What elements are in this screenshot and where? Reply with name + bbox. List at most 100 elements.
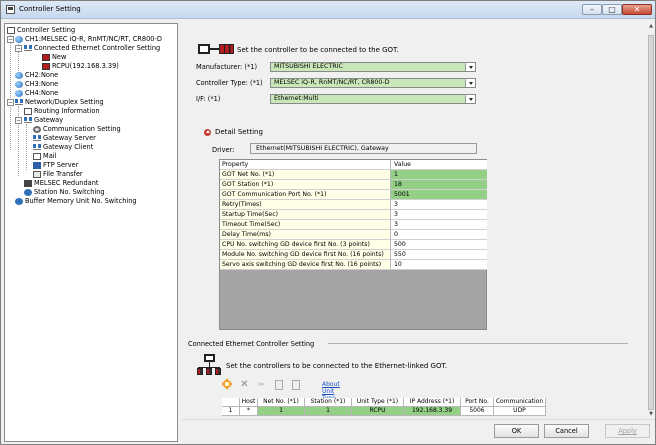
- controller-setting-window: Controller Setting – □ ✕ Controller Sett…: [0, 0, 656, 445]
- property-name: GOT Station (*1): [220, 180, 391, 190]
- property-name: CPU No. switching GD device first No. (3…: [220, 240, 391, 250]
- property-row[interactable]: CPU No. switching GD device first No. (3…: [220, 240, 488, 250]
- scrollbar-thumb[interactable]: [648, 35, 654, 410]
- paste-icon[interactable]: [290, 379, 301, 390]
- unit-port-cell[interactable]: 5006: [461, 407, 494, 416]
- value-column-header: Value: [391, 160, 487, 170]
- tree-connector: [26, 124, 27, 170]
- manufacturer-value: MITSUBISHI ELECTRIC: [274, 63, 343, 70]
- server-icon: [33, 135, 41, 142]
- channel-icon: [15, 36, 23, 43]
- unit-host-cell[interactable]: *: [240, 407, 258, 416]
- property-name: Timeout Time(Sec): [220, 220, 391, 230]
- property-row[interactable]: Timeout Time(Sec) 3: [220, 220, 488, 230]
- property-value[interactable]: 500: [391, 240, 487, 250]
- property-name: Servo axis switching GD device first No.…: [220, 260, 391, 270]
- collapse-connected-eth-icon[interactable]: −: [15, 45, 22, 52]
- scroll-down-icon[interactable]: ▼: [647, 411, 655, 417]
- property-value[interactable]: 550: [391, 250, 487, 260]
- collapse-detail-icon[interactable]: [204, 129, 211, 136]
- unit-header-port: Port No.: [461, 398, 494, 407]
- unit-row-index: 1: [222, 407, 240, 416]
- unit-ip-cell[interactable]: 192.168.3.39: [404, 407, 461, 416]
- if-select[interactable]: Ethernet:Multi: [270, 94, 476, 104]
- header-description: Set the controller to be connected to th…: [237, 46, 399, 54]
- property-row[interactable]: Retry(Times) 3: [220, 200, 488, 210]
- unit-header-ip: IP Address (*1): [404, 398, 461, 407]
- delete-unit-icon[interactable]: ✕: [239, 379, 250, 390]
- ok-button[interactable]: OK: [494, 424, 539, 438]
- property-value[interactable]: 18: [391, 180, 487, 190]
- tree-connector: [10, 35, 11, 150]
- network-controllers-icon: [196, 354, 222, 376]
- property-value[interactable]: 1: [391, 170, 487, 180]
- property-value[interactable]: 5001: [391, 190, 487, 200]
- main-scrollbar[interactable]: ▲ ▼: [647, 23, 655, 419]
- gateway-icon: [24, 117, 32, 124]
- property-row[interactable]: Module No. switching GD device first No.…: [220, 250, 488, 260]
- close-button[interactable]: ✕: [622, 4, 652, 15]
- maximize-button[interactable]: □: [602, 4, 622, 15]
- property-name: Retry(Times): [220, 200, 391, 210]
- routing-icon: [24, 108, 32, 115]
- collapse-gateway-icon[interactable]: −: [15, 117, 22, 124]
- redundant-icon: [24, 180, 32, 187]
- property-value[interactable]: 3: [391, 210, 487, 220]
- unit-communication-cell[interactable]: UDP: [494, 407, 546, 416]
- property-value[interactable]: 0: [391, 230, 487, 240]
- cut-icon[interactable]: ✂: [256, 379, 267, 390]
- settings-icon: [33, 126, 41, 133]
- controller-type-select[interactable]: MELSEC iQ-R, RnMT/NC/RT, CR800-D: [270, 78, 476, 88]
- property-row[interactable]: Servo axis switching GD device first No.…: [220, 260, 488, 270]
- if-label: I/F: (*1): [196, 95, 221, 103]
- unit-header-index: [222, 398, 240, 407]
- footer-divider: [182, 419, 655, 420]
- apply-button[interactable]: Apply: [605, 424, 650, 438]
- connected-description: Set the controllers to be connected to t…: [226, 362, 448, 370]
- property-grid-header: Property Value: [220, 160, 488, 170]
- scroll-up-icon[interactable]: ▲: [647, 23, 655, 29]
- if-value: Ethernet:Multi: [274, 95, 319, 102]
- property-row[interactable]: GOT Station (*1) 18: [220, 180, 488, 190]
- manufacturer-label: Manufacturer: (*1): [196, 63, 258, 71]
- minimize-button[interactable]: –: [582, 4, 602, 15]
- property-row[interactable]: Delay Time(ms) 0: [220, 230, 488, 240]
- unit-station-cell[interactable]: 1: [305, 407, 352, 416]
- rcpu-icon: [42, 63, 50, 70]
- detail-setting-label: Detail Setting: [215, 128, 263, 136]
- chevron-down-icon[interactable]: [465, 79, 475, 87]
- unit-header-net: Net No. (*1): [258, 398, 305, 407]
- network-icon: [24, 45, 32, 52]
- driver-field: Ethernet(MITSUBISHI ELECTRIC), Gateway: [250, 143, 477, 154]
- copy-icon[interactable]: [273, 379, 284, 390]
- property-name: Startup Time(Sec): [220, 210, 391, 220]
- close-icon: ✕: [633, 5, 641, 14]
- property-row[interactable]: Startup Time(Sec) 3: [220, 210, 488, 220]
- channel-icon: [15, 81, 23, 88]
- manufacturer-select[interactable]: MITSUBISHI ELECTRIC: [270, 62, 476, 72]
- unit-table[interactable]: Host Net No. (*1) Station (*1) Unit Type…: [222, 398, 632, 419]
- chevron-down-icon[interactable]: [465, 63, 475, 71]
- settings-tree[interactable]: Controller Setting − CH1:MELSEC iQ-R, Rn…: [4, 23, 178, 442]
- chevron-down-icon[interactable]: [465, 95, 475, 103]
- property-row[interactable]: GOT Net No. (*1) 1: [220, 170, 488, 180]
- property-value[interactable]: 10: [391, 260, 487, 270]
- channel-icon: [15, 90, 23, 97]
- property-name: GOT Communication Port No. (*1): [220, 190, 391, 200]
- buffer-memory-icon: [15, 198, 23, 205]
- connected-section-label: Connected Ethernet Controller Setting: [188, 340, 315, 348]
- unit-type-cell[interactable]: RCPU: [352, 407, 404, 416]
- unit-header-unit-type: Unit Type (*1): [352, 398, 404, 407]
- collapse-ch1-icon[interactable]: −: [7, 36, 14, 43]
- client-icon: [33, 144, 41, 151]
- add-unit-icon[interactable]: [222, 379, 233, 390]
- property-grid[interactable]: Property Value GOT Net No. (*1) 1 GOT St…: [219, 159, 487, 330]
- unit-net-cell[interactable]: 1: [258, 407, 305, 416]
- property-row[interactable]: GOT Communication Port No. (*1) 5001: [220, 190, 488, 200]
- cancel-button[interactable]: Cancel: [544, 424, 589, 438]
- property-value[interactable]: 3: [391, 220, 487, 230]
- property-column-header: Property: [220, 160, 391, 170]
- property-value[interactable]: 3: [391, 200, 487, 210]
- collapse-network-icon[interactable]: −: [7, 99, 14, 106]
- controller-type-value: MELSEC iQ-R, RnMT/NC/RT, CR800-D: [274, 79, 390, 86]
